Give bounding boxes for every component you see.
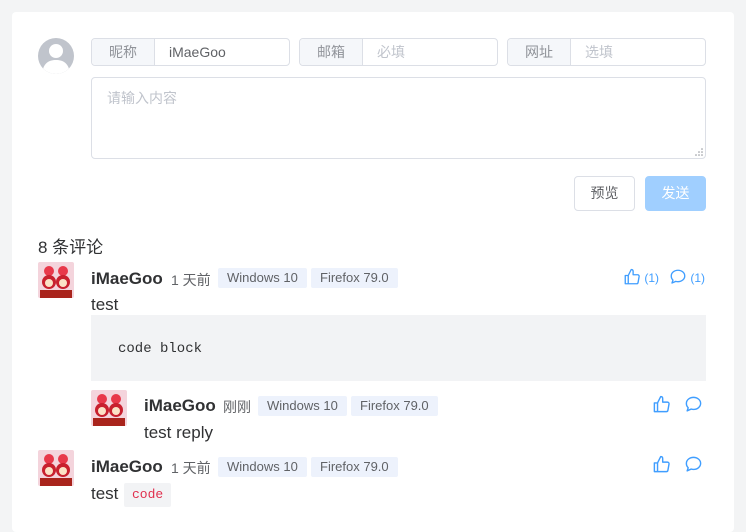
email-label: 邮箱 <box>300 39 363 65</box>
code-block: code block <box>91 315 706 381</box>
comment-text: test <box>91 295 119 314</box>
reply-action[interactable] <box>684 395 703 414</box>
reply-action[interactable]: (1) <box>669 268 705 286</box>
like-action[interactable]: (1) <box>623 268 659 286</box>
speech-bubble-icon[interactable] <box>684 455 703 474</box>
email-field: 邮箱 <box>299 38 498 66</box>
like-action[interactable] <box>652 395 671 414</box>
comment-nick: iMaeGoo <box>91 457 163 476</box>
nick-label: 昵称 <box>92 39 155 65</box>
url-field: 网址 <box>507 38 706 66</box>
like-count: (1) <box>644 271 660 285</box>
inline-code: code <box>124 483 172 507</box>
reply-time: 刚刚 <box>223 399 251 415</box>
thumbs-up-icon[interactable] <box>623 268 641 286</box>
speech-bubble-icon[interactable] <box>684 395 703 414</box>
code-block-text: code block <box>118 341 203 357</box>
preview-button[interactable]: 预览 <box>574 176 635 211</box>
comment-time: 1 天前 <box>171 460 211 476</box>
url-input[interactable] <box>571 39 701 65</box>
thumbs-up-icon[interactable] <box>652 455 671 474</box>
reply-avatar <box>91 390 127 426</box>
comment-nick: iMaeGoo <box>91 269 163 288</box>
avatar-image <box>38 262 74 298</box>
user-avatar-default <box>38 38 74 74</box>
resize-grip-icon[interactable] <box>695 148 703 156</box>
reply-text: test reply <box>144 423 213 442</box>
url-label: 网址 <box>508 39 571 65</box>
speech-bubble-icon[interactable] <box>669 268 687 286</box>
reply-count: (1) <box>690 271 706 285</box>
content-editor <box>91 77 706 159</box>
email-input[interactable] <box>363 39 493 65</box>
avatar-image <box>91 390 127 426</box>
like-action[interactable] <box>652 455 671 474</box>
send-button[interactable]: 发送 <box>645 176 706 211</box>
browser-badge: Firefox 79.0 <box>351 396 438 416</box>
content-textarea[interactable] <box>92 78 705 158</box>
avatar-image <box>38 450 74 486</box>
user-silhouette-icon <box>42 44 70 74</box>
reply-nick: iMaeGoo <box>144 396 216 415</box>
browser-badge: Firefox 79.0 <box>311 268 398 288</box>
browser-badge: Firefox 79.0 <box>311 457 398 477</box>
os-badge: Windows 10 <box>218 268 307 288</box>
comment-text: test <box>91 484 119 503</box>
os-badge: Windows 10 <box>258 396 347 416</box>
thumbs-up-icon[interactable] <box>652 395 671 414</box>
os-badge: Windows 10 <box>218 457 307 477</box>
comment-avatar <box>38 450 74 486</box>
nick-field: 昵称 <box>91 38 290 66</box>
comment-time: 1 天前 <box>171 272 211 288</box>
comment-avatar <box>38 262 74 298</box>
comment-count: 8 条评论 <box>38 238 104 257</box>
nick-input[interactable] <box>155 39 285 65</box>
reply-action[interactable] <box>684 455 703 474</box>
